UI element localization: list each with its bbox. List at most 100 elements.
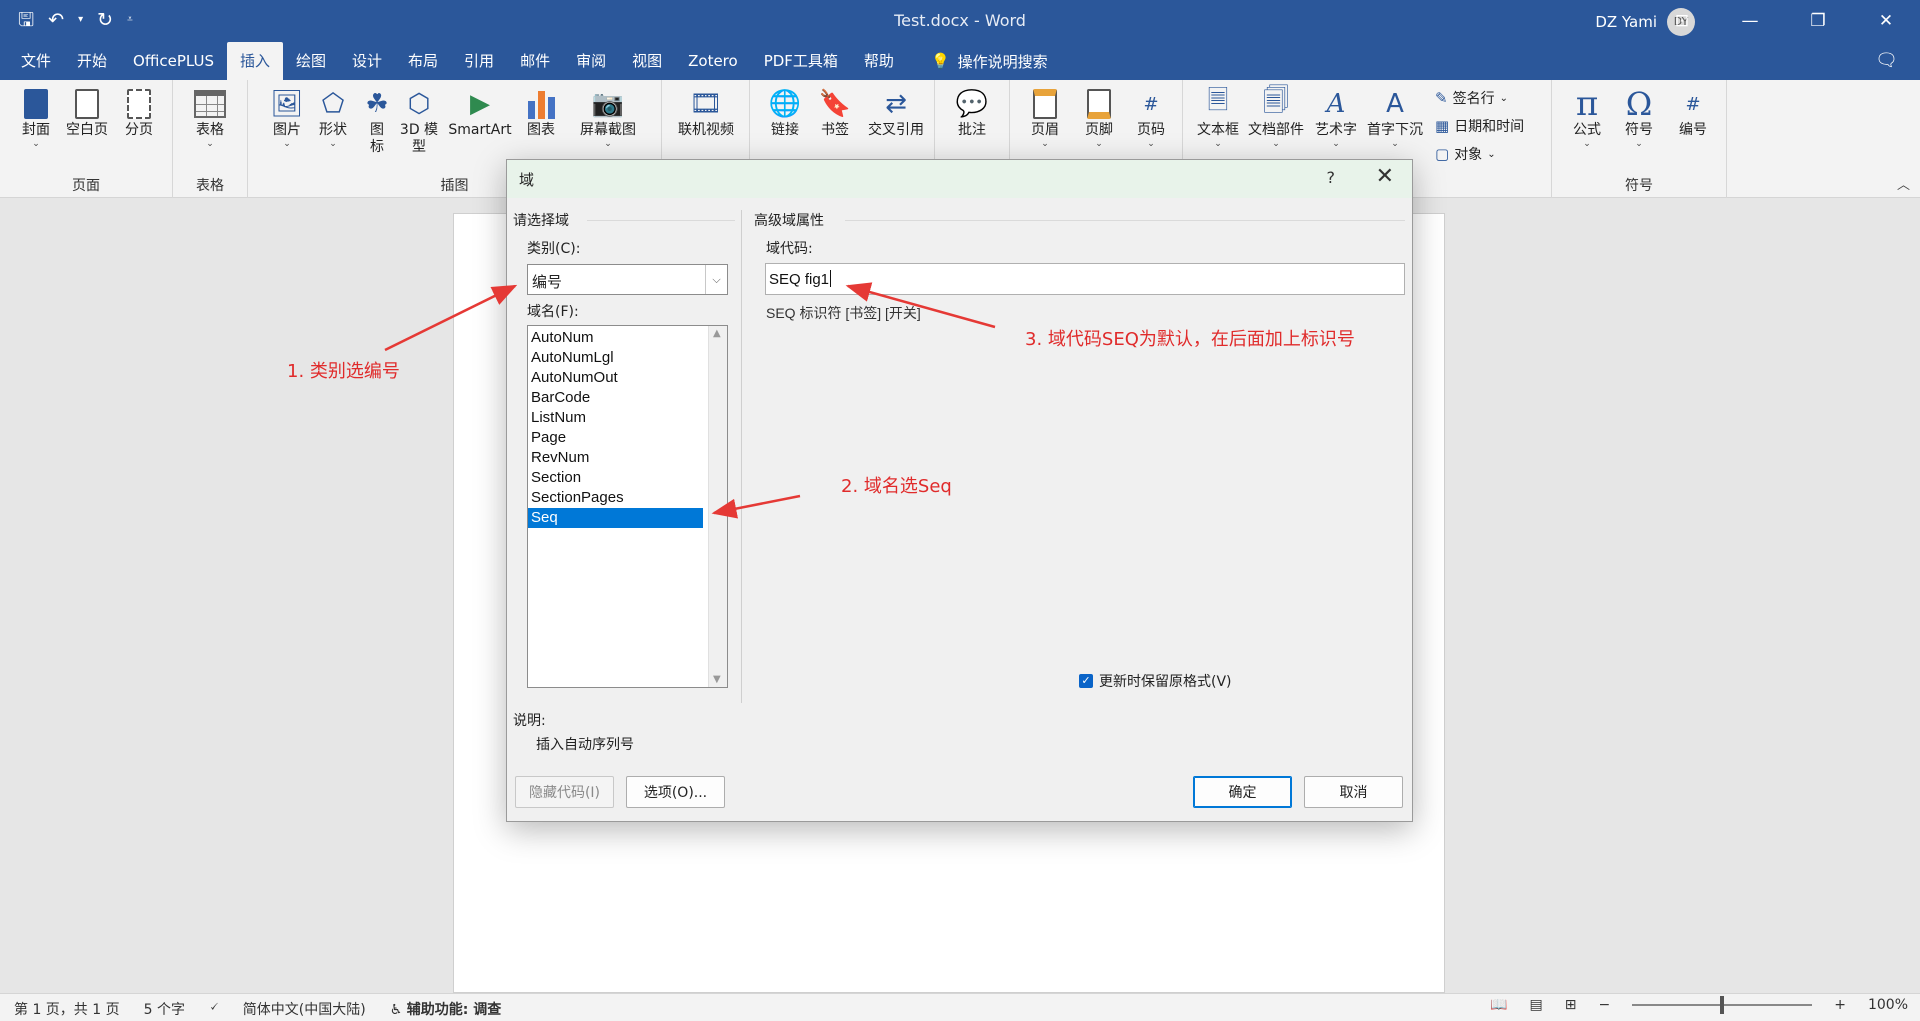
drop-cap-icon: A xyxy=(1386,89,1404,119)
collapse-ribbon-icon[interactable]: ︿ xyxy=(1897,174,1910,193)
undo-dropdown-icon[interactable]: ▾ xyxy=(78,7,83,33)
calendar-icon: ▦ xyxy=(1435,117,1450,135)
screenshot-button[interactable]: 📷 屏幕截图 ⌄ xyxy=(574,86,642,149)
tab-review[interactable]: 审阅 xyxy=(563,42,619,80)
accessibility-status[interactable]: ♿ 辅助功能: 调查 xyxy=(390,999,502,1019)
group-label-tables: 表格 xyxy=(196,178,224,194)
symbol-button[interactable]: Ω 符号 ⌄ xyxy=(1612,85,1666,149)
list-item[interactable]: AutoNum xyxy=(528,328,703,348)
tab-layout[interactable]: 布局 xyxy=(395,42,451,80)
cancel-button[interactable]: 取消 xyxy=(1304,776,1403,808)
tab-view[interactable]: 视图 xyxy=(619,42,675,80)
chart-button[interactable]: 图表 xyxy=(514,86,568,139)
tab-zotero[interactable]: Zotero xyxy=(675,42,751,80)
zoom-in-icon[interactable]: + xyxy=(1834,997,1846,1013)
cover-page-icon xyxy=(19,86,53,122)
cross-reference-button[interactable]: ⇄ 交叉引用 xyxy=(864,86,928,139)
footer-button[interactable]: 页脚 ⌄ xyxy=(1072,86,1126,149)
ribbon-display-options-icon[interactable]: ⊡ xyxy=(1648,0,1716,42)
list-item[interactable]: AutoNumOut xyxy=(528,368,703,388)
language-status[interactable]: 简体中文(中国大陆) xyxy=(243,999,366,1019)
save-icon[interactable]: 🖫 xyxy=(18,7,34,33)
zoom-level[interactable]: 100% xyxy=(1868,997,1908,1013)
text-box-button[interactable]: 🗏 文本框 ⌄ xyxy=(1191,86,1245,149)
list-item[interactable]: BarCode xyxy=(528,388,703,408)
word-count[interactable]: 5 个字 xyxy=(144,999,185,1019)
proofing-icon[interactable]: 🗸 xyxy=(209,999,219,1019)
page-break-button[interactable]: 分页 xyxy=(112,86,166,139)
zoom-slider-thumb[interactable] xyxy=(1720,996,1725,1014)
read-mode-icon[interactable]: 📖 xyxy=(1490,997,1507,1013)
wordart-button[interactable]: A 艺术字 ⌄ xyxy=(1309,86,1363,149)
list-item[interactable]: Section xyxy=(528,468,703,488)
table-button[interactable]: 表格 ⌄ xyxy=(183,86,237,149)
signature-line-button[interactable]: ✎ 签名行 ⌄ xyxy=(1435,88,1508,108)
comments-icon[interactable]: 🗨 xyxy=(1875,50,1898,71)
page-count[interactable]: 第 1 页，共 1 页 xyxy=(14,999,120,1019)
preserve-formatting-checkbox[interactable]: ✓ 更新时保留原格式(V) xyxy=(1079,671,1232,691)
undo-icon[interactable]: ↶ xyxy=(48,7,64,33)
online-video-button[interactable]: 🎞 联机视频 xyxy=(672,86,740,139)
field-codes-value: SEQ fig1 xyxy=(769,270,832,288)
list-item[interactable]: ListNum xyxy=(528,408,703,428)
hide-codes-button[interactable]: 隐藏代码(I) xyxy=(515,776,614,808)
tab-design[interactable]: 设计 xyxy=(339,42,395,80)
tab-references[interactable]: 引用 xyxy=(451,42,507,80)
list-item[interactable]: AutoNumLgl xyxy=(528,348,703,368)
numbering-button[interactable]: # 编号 xyxy=(1666,86,1720,139)
link-button[interactable]: 🌐 链接 xyxy=(758,86,812,139)
bookmark-button[interactable]: 🔖 书签 xyxy=(808,86,862,139)
scroll-up-icon[interactable]: ▲ xyxy=(713,328,721,339)
field-names-listbox[interactable]: AutoNum AutoNumLgl AutoNumOut BarCode Li… xyxy=(527,325,728,688)
minimize-icon[interactable]: — xyxy=(1716,0,1784,42)
equation-button[interactable]: π 公式 ⌄ xyxy=(1560,84,1614,149)
redo-icon[interactable]: ↻ xyxy=(97,7,113,33)
blank-page-button[interactable]: 空白页 xyxy=(60,86,114,139)
ok-button[interactable]: 确定 xyxy=(1193,776,1292,808)
tab-help[interactable]: 帮助 xyxy=(851,42,907,80)
quick-parts-button[interactable]: 🗐 文档部件 ⌄ xyxy=(1245,86,1307,149)
cover-page-button[interactable]: 封面 ⌄ xyxy=(9,86,63,149)
tab-pdf-toolbox[interactable]: PDF工具箱 xyxy=(751,42,851,80)
list-item[interactable]: RevNum xyxy=(528,448,703,468)
omega-icon: Ω xyxy=(1625,85,1653,123)
header-button[interactable]: 页眉 ⌄ xyxy=(1018,86,1072,149)
listbox-scrollbar[interactable]: ▲ ▼ xyxy=(708,326,727,687)
print-layout-icon[interactable]: ▤ xyxy=(1530,997,1543,1013)
tell-me-search[interactable]: 💡 操作说明搜索 xyxy=(907,42,1048,80)
status-right: 📖 ▤ ⊞ − + 100% xyxy=(1490,996,1908,1014)
checkbox-checked-icon[interactable]: ✓ xyxy=(1079,674,1093,688)
preserve-formatting-label: 更新时保留原格式(V) xyxy=(1099,674,1232,690)
quick-parts-icon: 🗐 xyxy=(1263,86,1289,116)
list-item[interactable]: SectionPages xyxy=(528,488,703,508)
tab-file[interactable]: 文件 xyxy=(8,42,64,80)
field-codes-input[interactable]: SEQ fig1 xyxy=(765,263,1405,295)
comment-button[interactable]: 💬 批注 xyxy=(945,86,999,139)
date-time-button[interactable]: ▦ 日期和时间 xyxy=(1435,116,1524,136)
restore-icon[interactable]: ❐ xyxy=(1784,0,1852,42)
help-icon[interactable]: ? xyxy=(1327,168,1336,187)
chevron-down-icon[interactable]: ⌵ xyxy=(705,265,727,294)
web-layout-icon[interactable]: ⊞ xyxy=(1565,997,1577,1013)
customize-qat-icon[interactable]: ⩡ xyxy=(127,7,133,33)
smartart-button[interactable]: ▶ SmartArt xyxy=(448,86,512,139)
icons-icon: ☘ xyxy=(365,89,389,119)
zoom-out-icon[interactable]: − xyxy=(1599,997,1611,1013)
page-number-button[interactable]: # 页码 ⌄ xyxy=(1124,86,1178,150)
tab-mailings[interactable]: 邮件 xyxy=(507,42,563,80)
scroll-down-icon[interactable]: ▼ xyxy=(713,674,721,685)
list-item[interactable]: Page xyxy=(528,428,703,448)
list-item-selected[interactable]: Seq xyxy=(528,508,703,528)
tab-home[interactable]: 开始 xyxy=(64,42,120,80)
3d-models-button[interactable]: ⬡ 3D 模型 xyxy=(392,86,446,156)
tab-officeplus[interactable]: OfficePLUS xyxy=(120,42,227,80)
options-button[interactable]: 选项(O)... xyxy=(626,776,725,808)
tab-insert[interactable]: 插入 xyxy=(226,42,283,80)
category-dropdown[interactable]: 编号 ⌵ xyxy=(527,264,728,295)
close-window-icon[interactable]: ✕ xyxy=(1852,0,1920,42)
drop-cap-button[interactable]: A 首字下沉 ⌄ xyxy=(1365,86,1425,149)
close-icon[interactable]: ✕ xyxy=(1376,164,1394,189)
zoom-slider[interactable] xyxy=(1632,996,1813,1014)
object-button[interactable]: ▢ 对象 ⌄ xyxy=(1435,144,1496,164)
tab-draw[interactable]: 绘图 xyxy=(283,42,339,80)
